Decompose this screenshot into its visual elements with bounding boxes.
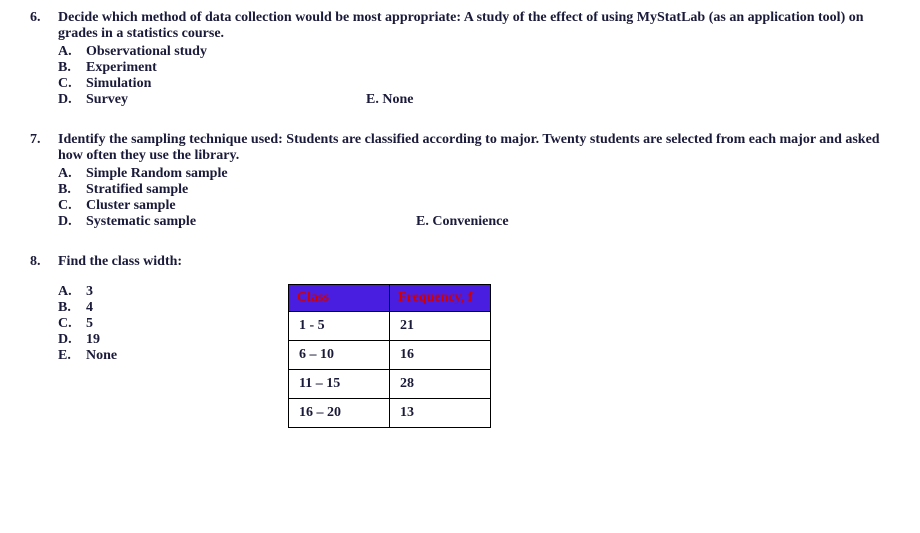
table-cell: 6 – 10 xyxy=(289,341,390,370)
table-cell: 21 xyxy=(390,312,491,341)
question-number: 8. xyxy=(30,254,58,270)
question-8: 8. Find the class width: A.3 B.4 C.5 D.1… xyxy=(30,254,890,428)
option-text: None xyxy=(86,348,117,364)
option-letter: C. xyxy=(58,198,86,214)
option-text: Experiment xyxy=(86,60,157,76)
option-letter: A. xyxy=(58,284,86,300)
question-6: 6. Decide which method of data collectio… xyxy=(30,10,890,108)
option-a: A.3 xyxy=(58,284,288,300)
question-number: 7. xyxy=(30,132,58,148)
option-c: C.Simulation xyxy=(58,76,890,92)
option-e: E. Convenience xyxy=(416,214,509,230)
option-a: A.Simple Random sample xyxy=(58,166,890,182)
option-b: B.4 xyxy=(58,300,288,316)
option-letter: D. xyxy=(58,92,86,108)
table-cell: 1 - 5 xyxy=(289,312,390,341)
option-text: Simple Random sample xyxy=(86,166,228,182)
option-d-e: D. Survey E. None xyxy=(58,92,890,108)
option-text: Cluster sample xyxy=(86,198,176,214)
option-a: A.Observational study xyxy=(58,44,890,60)
option-letter: B. xyxy=(58,182,86,198)
frequency-table: Class Frequency, f 1 - 521 6 – 1016 11 –… xyxy=(288,284,491,428)
option-b: B.Stratified sample xyxy=(58,182,890,198)
option-letter: A. xyxy=(58,44,86,60)
option-e: E. None xyxy=(366,92,413,108)
question-8-body: A.3 B.4 C.5 D.19 E.None Class Frequency,… xyxy=(58,284,890,428)
option-letter: C. xyxy=(58,76,86,92)
option-c: C.5 xyxy=(58,316,288,332)
option-letter: D. xyxy=(58,214,86,230)
question-text: Decide which method of data collection w… xyxy=(58,10,890,42)
table-cell: 16 – 20 xyxy=(289,399,390,428)
table-row: 6 – 1016 xyxy=(289,341,491,370)
option-letter: D. xyxy=(58,332,86,348)
question-text: Identify the sampling technique used: St… xyxy=(58,132,890,164)
option-text: Systematic sample xyxy=(86,214,416,230)
option-letter: B. xyxy=(58,300,86,316)
table-header-class: Class xyxy=(289,285,390,312)
option-e: E.None xyxy=(58,348,288,364)
option-text: Survey xyxy=(86,92,366,108)
option-b: B.Experiment xyxy=(58,60,890,76)
option-letter: E. xyxy=(58,348,86,364)
option-text: 5 xyxy=(86,316,93,332)
option-text: 4 xyxy=(86,300,93,316)
question-number: 6. xyxy=(30,10,58,26)
table-row: 1 - 521 xyxy=(289,312,491,341)
option-letter: B. xyxy=(58,60,86,76)
option-letter: C. xyxy=(58,316,86,332)
option-letter: A. xyxy=(58,166,86,182)
option-text: 3 xyxy=(86,284,93,300)
option-text: Stratified sample xyxy=(86,182,188,198)
table-cell: 13 xyxy=(390,399,491,428)
question-7: 7. Identify the sampling technique used:… xyxy=(30,132,890,230)
option-text: Observational study xyxy=(86,44,207,60)
option-text: Simulation xyxy=(86,76,151,92)
question-text: Find the class width: xyxy=(58,254,890,270)
table-header-row: Class Frequency, f xyxy=(289,285,491,312)
option-d: D.19 xyxy=(58,332,288,348)
table-row: 11 – 1528 xyxy=(289,370,491,399)
question-7-stem: 7. Identify the sampling technique used:… xyxy=(30,132,890,164)
question-8-stem: 8. Find the class width: xyxy=(30,254,890,270)
option-text: 19 xyxy=(86,332,100,348)
question-8-options: A.3 B.4 C.5 D.19 E.None xyxy=(58,284,288,428)
table-cell: 11 – 15 xyxy=(289,370,390,399)
table-header-frequency: Frequency, f xyxy=(390,285,491,312)
table-cell: 28 xyxy=(390,370,491,399)
option-c: C.Cluster sample xyxy=(58,198,890,214)
question-6-stem: 6. Decide which method of data collectio… xyxy=(30,10,890,42)
table-cell: 16 xyxy=(390,341,491,370)
option-d-e: D. Systematic sample E. Convenience xyxy=(58,214,890,230)
question-6-options: A.Observational study B.Experiment C.Sim… xyxy=(58,44,890,108)
table-row: 16 – 2013 xyxy=(289,399,491,428)
question-7-options: A.Simple Random sample B.Stratified samp… xyxy=(58,166,890,230)
